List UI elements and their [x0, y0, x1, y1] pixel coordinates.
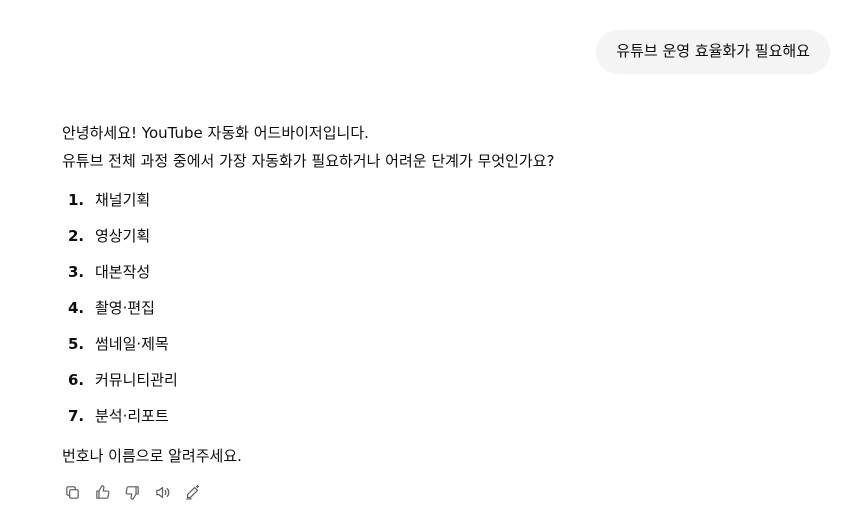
thumbs-down-icon	[125, 485, 139, 500]
list-item: 2. 영상기획	[68, 218, 822, 254]
edit-icon	[185, 484, 199, 499]
list-item-number: 7.	[68, 407, 85, 425]
list-item-label: 채널기획	[95, 191, 151, 209]
assistant-question: 유튜브 전체 과정 중에서 가장 자동화가 필요하거나 어려운 단계가 무엇인가…	[62, 152, 555, 170]
assistant-outro: 번호나 이름으로 알려주세요.	[62, 447, 242, 465]
assistant-message: 안녕하세요! YouTube 자동화 어드바이저입니다. 유튜브 전체 과정 중…	[62, 119, 822, 470]
list-item-label: 커뮤니티관리	[95, 371, 178, 389]
list-item-number: 4.	[68, 299, 85, 317]
user-message-bubble: 유튜브 운영 효율화가 필요해요	[596, 30, 830, 74]
thumbs-up-icon	[95, 484, 109, 499]
user-message-row: 유튜브 운영 효율화가 필요해요	[596, 30, 830, 74]
list-item: 1. 채널기획	[68, 182, 822, 218]
list-item-label: 썸네일·제목	[95, 335, 169, 353]
edit-button[interactable]	[182, 482, 202, 502]
list-item-number: 1.	[68, 191, 85, 209]
read-aloud-icon	[155, 486, 169, 498]
list-item-label: 촬영·편집	[95, 299, 155, 317]
message-actions	[62, 482, 202, 502]
assistant-greeting: 안녕하세요! YouTube 자동화 어드바이저입니다.	[62, 124, 369, 142]
list-item: 4. 촬영·편집	[68, 290, 822, 326]
list-item-number: 5.	[68, 335, 85, 353]
copy-button[interactable]	[62, 482, 82, 502]
list-item-number: 3.	[68, 263, 85, 281]
list-item: 7. 분석·리포트	[68, 398, 822, 434]
list-item-label: 분석·리포트	[95, 407, 169, 425]
chat-page: 유튜브 운영 효율화가 필요해요 안녕하세요! YouTube 자동화 어드바이…	[0, 0, 855, 514]
list-item-number: 6.	[68, 371, 85, 389]
thumbs-up-button[interactable]	[92, 482, 112, 502]
list-item: 6. 커뮤니티관리	[68, 362, 822, 398]
list-item: 3. 대본작성	[68, 254, 822, 290]
list-item: 5. 썸네일·제목	[68, 326, 822, 362]
copy-icon	[65, 485, 79, 499]
thumbs-down-button[interactable]	[122, 482, 142, 502]
list-item-label: 대본작성	[95, 263, 151, 281]
options-list: 1. 채널기획 2. 영상기획 3. 대본작성 4. 촬영·편집 5. 썸네일·제목 6.…	[62, 182, 822, 434]
read-aloud-button[interactable]	[152, 482, 172, 502]
list-item-number: 2.	[68, 227, 85, 245]
list-item-label: 영상기획	[95, 227, 151, 245]
